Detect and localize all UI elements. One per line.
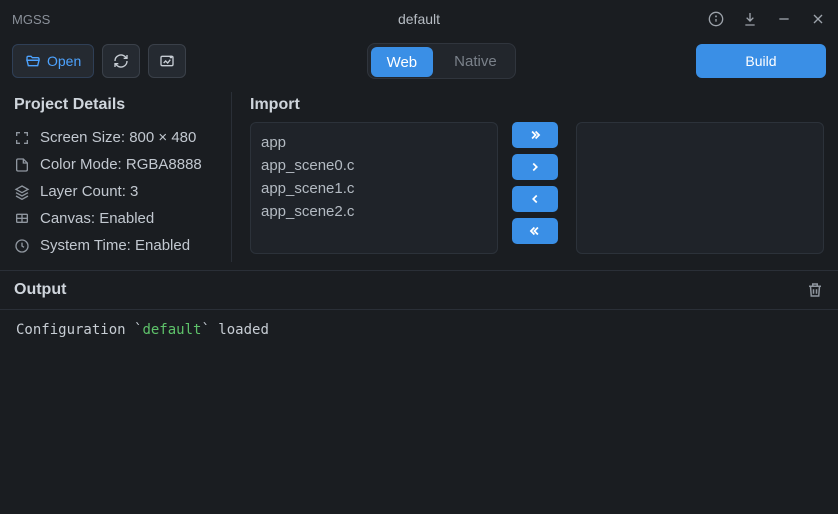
import-target-list[interactable] (576, 122, 824, 254)
project-details-title: Project Details (14, 96, 217, 114)
chevrons-left-icon (528, 224, 542, 238)
chevron-left-icon (528, 192, 542, 206)
minimize-icon[interactable] (776, 11, 792, 27)
refresh-icon (113, 53, 129, 69)
segment-web[interactable]: Web (371, 47, 434, 77)
folder-open-icon (25, 53, 41, 69)
image-sparkle-icon (159, 53, 175, 69)
list-item[interactable]: app_scene2.c (261, 200, 487, 223)
detail-canvas-value: Canvas: Enabled (40, 210, 154, 227)
segment-native[interactable]: Native (436, 44, 515, 78)
detail-system-time: System Time: Enabled (14, 232, 217, 259)
detail-color-mode-value: Color Mode: RGBA8888 (40, 156, 202, 173)
info-icon[interactable] (708, 11, 724, 27)
download-icon[interactable] (742, 11, 758, 27)
window-title: default (398, 11, 440, 27)
transfer-buttons (512, 122, 558, 244)
output-line-name: default (142, 322, 201, 338)
list-item[interactable]: app_scene1.c (261, 177, 487, 200)
layers-icon (14, 184, 30, 200)
output-line-suffix: ` loaded (201, 322, 268, 338)
trash-icon[interactable] (806, 281, 824, 299)
open-button[interactable]: Open (12, 44, 94, 78)
detail-layer-count-value: Layer Count: 3 (40, 183, 138, 200)
main-area: Project Details Screen Size: 800 × 480 C… (0, 84, 838, 270)
output-console: Configuration `default` loaded (0, 309, 838, 350)
refresh-button[interactable] (102, 44, 140, 78)
clock-icon (14, 238, 30, 254)
output-title: Output (14, 281, 66, 299)
detail-canvas: Canvas: Enabled (14, 205, 217, 232)
file-icon (14, 157, 30, 173)
move-left-button[interactable] (512, 186, 558, 212)
toolbar: Open Web Native Build (0, 38, 838, 84)
output-line-prefix: Configuration ` (16, 322, 142, 338)
detail-color-mode: Color Mode: RGBA8888 (14, 151, 217, 178)
import-title: Import (250, 96, 824, 114)
list-item[interactable]: app_scene0.c (261, 154, 487, 177)
target-segment: Web Native (367, 43, 516, 79)
move-all-right-button[interactable] (512, 122, 558, 148)
detail-layer-count: Layer Count: 3 (14, 178, 217, 205)
move-right-button[interactable] (512, 154, 558, 180)
titlebar: MGSS default (0, 0, 838, 38)
list-item[interactable]: app (261, 131, 487, 154)
import-panel: Import app app_scene0.c app_scene1.c app… (232, 84, 838, 270)
detail-system-time-value: System Time: Enabled (40, 237, 190, 254)
canvas-icon (14, 211, 30, 227)
chevrons-right-icon (528, 128, 542, 142)
move-all-left-button[interactable] (512, 218, 558, 244)
window-controls (708, 11, 826, 27)
app-name: MGSS (12, 12, 50, 27)
output-header: Output (0, 270, 838, 309)
build-button[interactable]: Build (696, 44, 826, 78)
import-source-list[interactable]: app app_scene0.c app_scene1.c app_scene2… (250, 122, 498, 254)
detail-screen-size: Screen Size: 800 × 480 (14, 124, 217, 151)
project-details-panel: Project Details Screen Size: 800 × 480 C… (0, 84, 231, 270)
fullscreen-icon (14, 130, 30, 146)
detail-screen-size-value: Screen Size: 800 × 480 (40, 129, 196, 146)
close-icon[interactable] (810, 11, 826, 27)
chevron-right-icon (528, 160, 542, 174)
open-label: Open (47, 53, 81, 69)
image-edit-button[interactable] (148, 44, 186, 78)
